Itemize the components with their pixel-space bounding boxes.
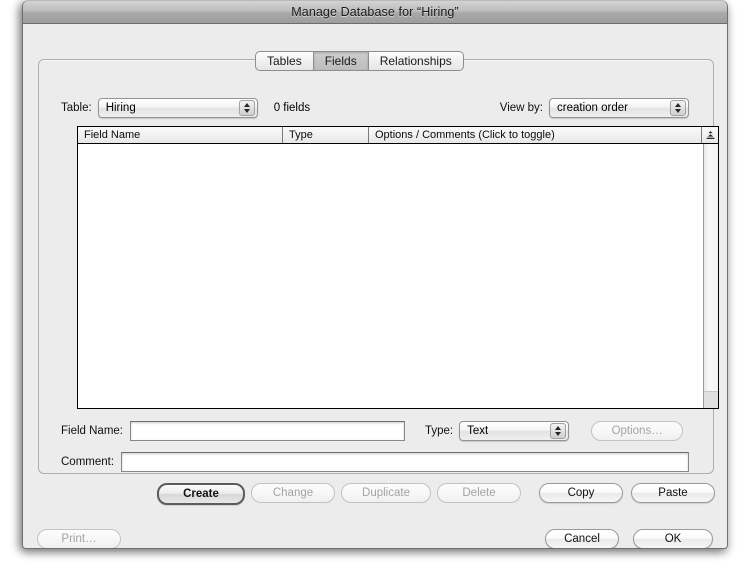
fields-count-label: 0 fields — [273, 102, 311, 114]
viewby-group: View by: creation order — [500, 98, 689, 118]
comment-input[interactable] — [121, 452, 689, 472]
copy-button-label: Copy — [567, 487, 595, 499]
tab-fields-label: Fields — [324, 54, 357, 68]
window-title: Manage Database for “Hiring” — [291, 5, 459, 19]
tab-tables[interactable]: Tables — [255, 51, 314, 71]
column-header-field-name-label: Field Name — [84, 129, 141, 141]
footer-buttons-row: Print… Cancel OK — [37, 529, 713, 548]
type-popup-button[interactable]: Text — [459, 421, 570, 441]
fields-list: Field Name Type Options / Comments (Clic… — [77, 126, 719, 409]
column-header-options-comments-label: Options / Comments (Click to toggle) — [375, 129, 555, 141]
type-popup-value: Text — [467, 425, 489, 437]
table-popup-value: Hiring — [105, 102, 136, 114]
ok-button-label: OK — [664, 533, 682, 545]
field-name-input[interactable] — [130, 421, 405, 441]
copy-button[interactable]: Copy — [539, 483, 623, 503]
chevron-updown-icon — [238, 100, 255, 116]
comment-row: Comment: — [61, 451, 689, 473]
viewby-label: View by: — [499, 102, 543, 114]
change-button[interactable]: Change — [251, 483, 335, 503]
fields-list-body — [78, 144, 718, 408]
window-content: Tables Fields Relationships Table: Hirin… — [23, 24, 727, 548]
viewby-popup-button[interactable]: creation order — [549, 98, 689, 118]
create-button-label: Create — [183, 488, 219, 500]
fields-list-header: Field Name Type Options / Comments (Clic… — [78, 127, 718, 144]
table-selector-row: Table: Hiring 0 fields View by: creation… — [61, 98, 689, 118]
sort-ascending-icon[interactable] — [701, 127, 718, 143]
fields-list-rows[interactable] — [78, 144, 703, 408]
field-name-label: Field Name: — [61, 425, 123, 437]
sort-ascending-glyph — [706, 130, 714, 139]
options-button[interactable]: Options… — [591, 421, 684, 441]
print-button-label: Print… — [61, 533, 97, 545]
manage-database-window: Manage Database for “Hiring” Tables Fiel… — [22, 0, 728, 549]
cancel-button[interactable]: Cancel — [545, 529, 619, 548]
column-header-type-label: Type — [289, 129, 313, 141]
ok-button[interactable]: OK — [633, 529, 713, 548]
delete-button[interactable]: Delete — [437, 483, 521, 503]
chevron-updown-icon — [670, 100, 686, 116]
fields-list-scrollbar[interactable] — [703, 144, 718, 408]
table-label: Table: — [61, 102, 92, 114]
chevron-updown-icon — [550, 423, 567, 439]
window-titlebar[interactable]: Manage Database for “Hiring” — [23, 0, 727, 24]
options-button-label: Options… — [611, 425, 663, 437]
cancel-button-label: Cancel — [564, 533, 600, 545]
tab-fields[interactable]: Fields — [313, 51, 369, 71]
scrollbar-track-end — [704, 391, 718, 408]
comment-label: Comment: — [61, 456, 115, 468]
column-header-options-comments[interactable]: Options / Comments (Click to toggle) — [369, 127, 701, 143]
action-buttons-row: Create Change Duplicate Delete Copy Past… — [61, 483, 715, 505]
create-button[interactable]: Create — [157, 483, 245, 505]
change-button-label: Change — [272, 487, 314, 499]
tab-tables-label: Tables — [267, 54, 302, 68]
print-button[interactable]: Print… — [37, 529, 121, 548]
field-name-row: Field Name: Type: Text Options… — [61, 420, 689, 442]
table-popup-button[interactable]: Hiring — [97, 98, 258, 118]
paste-button-label: Paste — [658, 487, 688, 499]
delete-button-label: Delete — [462, 487, 496, 499]
type-group: Type: Text Options… — [425, 421, 684, 441]
viewby-popup-value: creation order — [557, 102, 628, 114]
duplicate-button-label: Duplicate — [362, 487, 410, 499]
duplicate-button[interactable]: Duplicate — [341, 483, 431, 503]
column-header-field-name[interactable]: Field Name — [78, 127, 283, 143]
tab-bar: Tables Fields Relationships — [255, 51, 464, 71]
tab-relationships[interactable]: Relationships — [368, 51, 464, 71]
paste-button[interactable]: Paste — [631, 483, 715, 503]
column-header-type[interactable]: Type — [283, 127, 369, 143]
type-label: Type: — [425, 425, 454, 437]
tab-relationships-label: Relationships — [379, 54, 452, 68]
